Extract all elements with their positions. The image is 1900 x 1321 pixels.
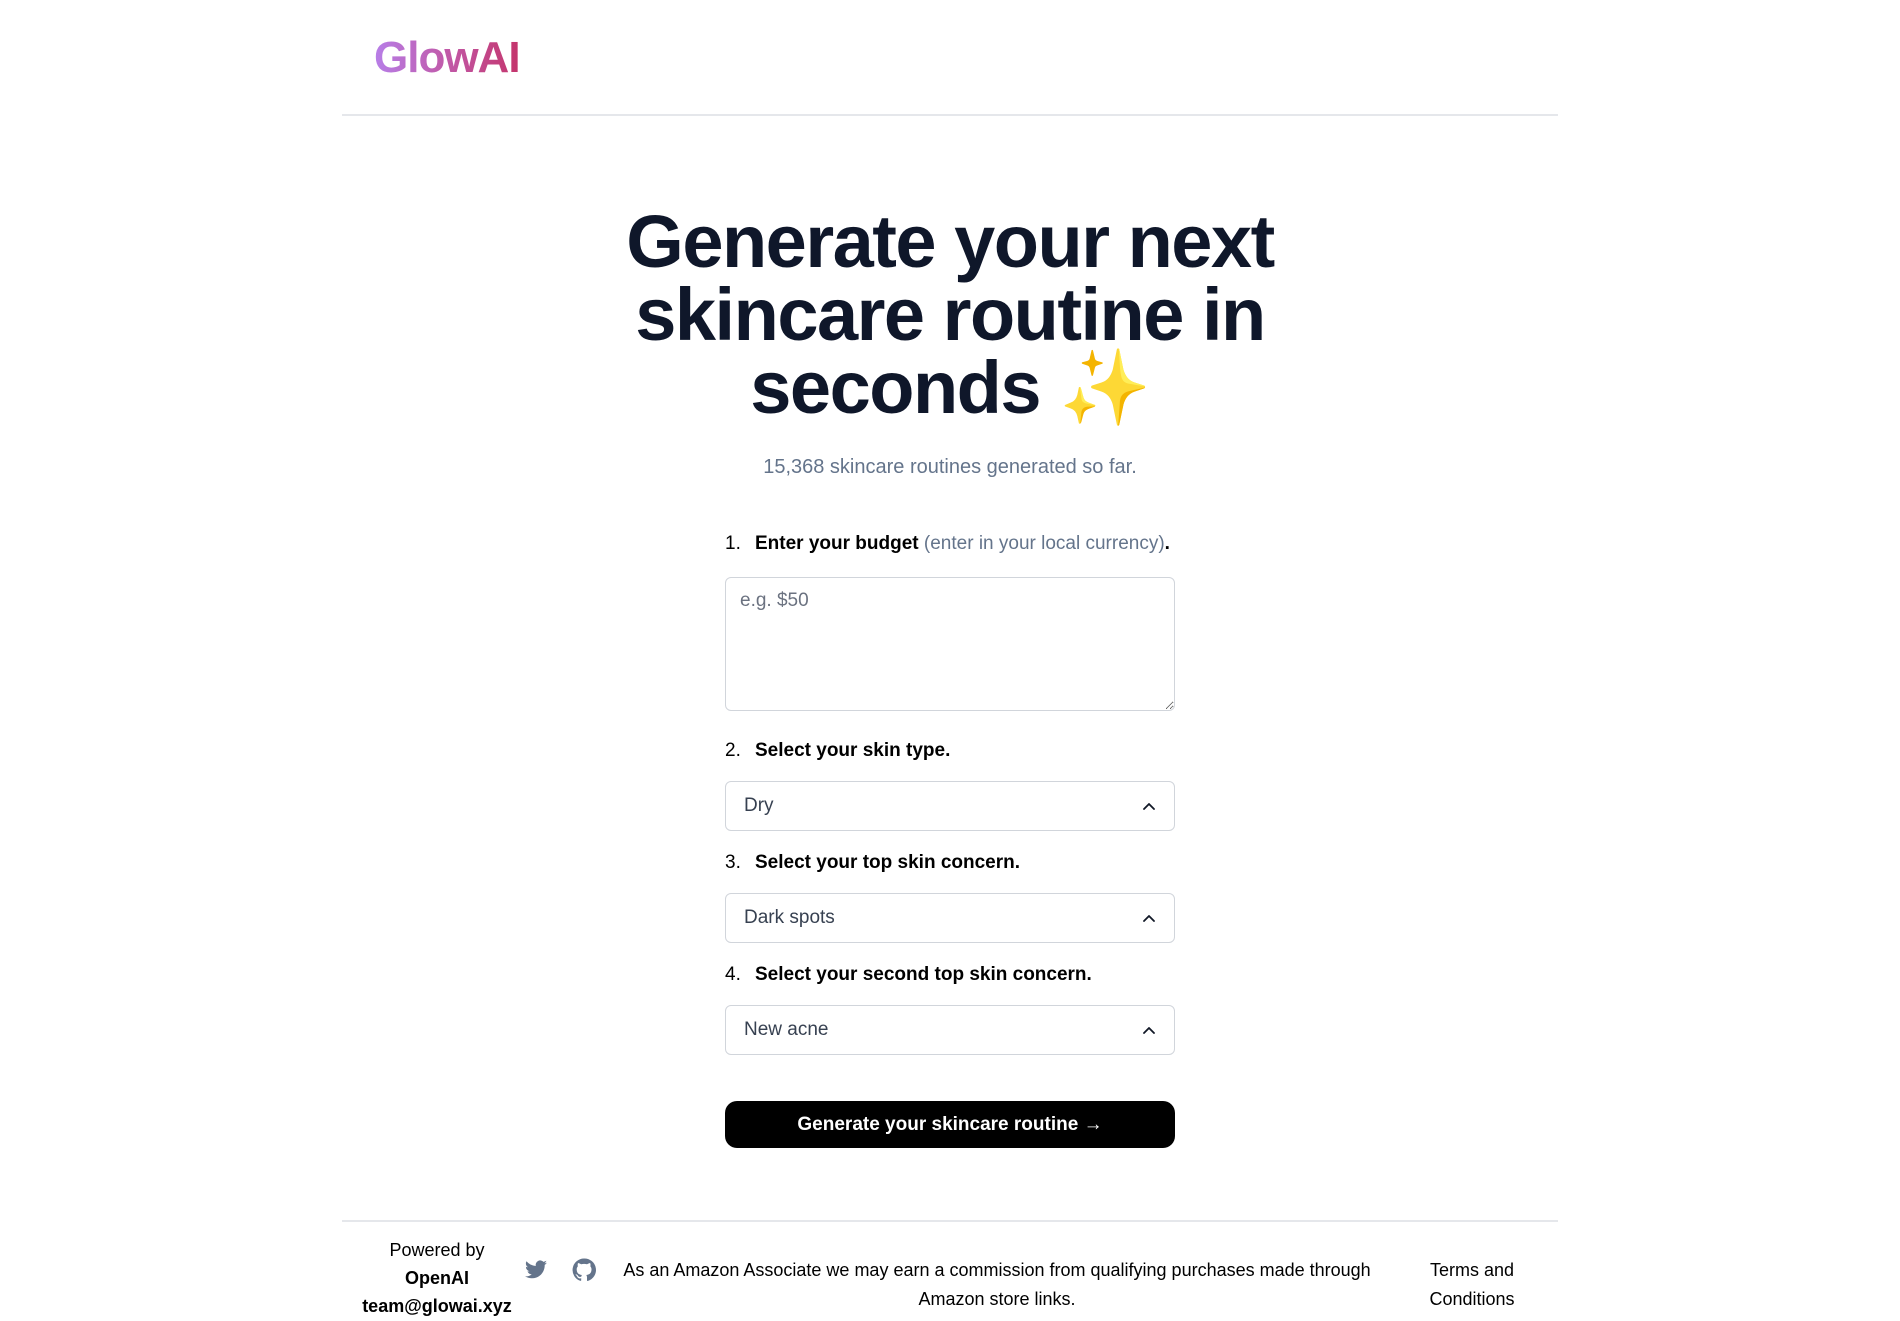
skin-type-value: Dry — [744, 795, 774, 816]
social-links — [524, 1258, 596, 1282]
budget-input[interactable] — [725, 577, 1175, 711]
step-1-text: Enter your budget — [755, 533, 919, 554]
github-icon[interactable] — [572, 1258, 596, 1282]
powered-by: Powered by OpenAI team@glowai.xyz — [342, 1236, 532, 1320]
chevron-up-icon — [1142, 799, 1156, 813]
page-title: Generate your next skincare routine in s… — [600, 205, 1300, 425]
generate-routine-button[interactable]: Generate your skincare routine → — [725, 1101, 1175, 1148]
step-2-text: Select your skin type. — [755, 740, 951, 761]
logo[interactable]: GlowAI — [374, 32, 521, 84]
hero-section: Generate your next skincare routine in s… — [0, 205, 1900, 425]
routines-counter: 15,368 skincare routines generated so fa… — [763, 456, 1137, 478]
powered-by-label: Powered by — [389, 1240, 485, 1260]
step-1-hint: (enter in your local currency) — [923, 533, 1165, 554]
step-1-suffix: . — [1164, 533, 1170, 554]
site-footer: Powered by OpenAI team@glowai.xyz As an … — [342, 1220, 1558, 1321]
step-1-label: 1. Enter your budget (enter in your local… — [725, 532, 1170, 556]
step-4-label: 4. Select your second top skin concern. — [725, 963, 1092, 987]
step-number: 2. — [725, 740, 741, 761]
terms-link[interactable]: Terms and Conditions — [1402, 1256, 1542, 1314]
affiliate-disclaimer: As an Amazon Associate we may earn a com… — [623, 1260, 1371, 1309]
step-3-label: 3. Select your top skin concern. — [725, 851, 1020, 875]
top-concern-select[interactable]: Dark spots — [725, 893, 1175, 943]
step-number: 1. — [725, 533, 741, 554]
step-number: 4. — [725, 964, 741, 985]
twitter-icon[interactable] — [524, 1258, 548, 1282]
step-3-text: Select your top skin concern. — [755, 852, 1021, 873]
step-4-text: Select your second top skin concern. — [755, 964, 1092, 985]
provider-link[interactable]: OpenAI — [342, 1264, 532, 1292]
second-concern-value: New acne — [744, 1019, 829, 1040]
chevron-up-icon — [1142, 1023, 1156, 1037]
second-concern-select[interactable]: New acne — [725, 1005, 1175, 1055]
sparkles-icon: ✨ — [1059, 346, 1151, 429]
contact-email[interactable]: team@glowai.xyz — [342, 1292, 532, 1320]
site-header: GlowAI — [342, 0, 1558, 116]
top-concern-value: Dark spots — [744, 907, 835, 928]
headline-text: Generate your next skincare routine in s… — [626, 200, 1275, 429]
step-number: 3. — [725, 852, 741, 873]
step-2-label: 2. Select your skin type. — [725, 739, 950, 763]
chevron-up-icon — [1142, 911, 1156, 925]
skin-type-select[interactable]: Dry — [725, 781, 1175, 831]
